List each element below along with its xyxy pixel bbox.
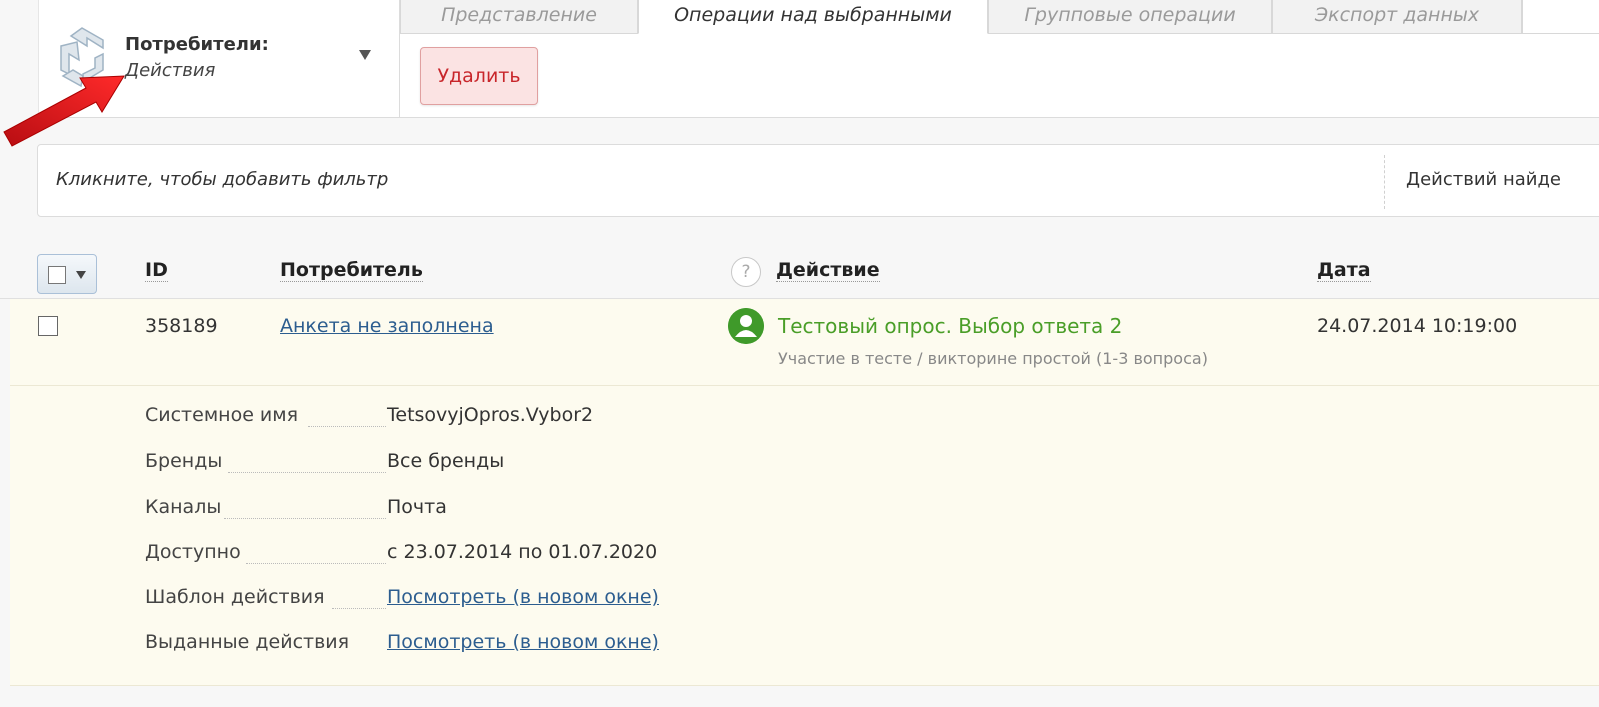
annotation-arrow-icon (3, 75, 125, 147)
detail-leader (308, 426, 386, 427)
column-header-date[interactable]: Дата (1317, 259, 1371, 282)
detail-label-available: Доступно (145, 541, 241, 563)
chevron-down-icon (76, 271, 86, 279)
filter-divider (1384, 155, 1385, 209)
row-action-name: Тестовый опрос. Выбор ответа 2 (778, 314, 1123, 338)
detail-label-channels: Каналы (145, 496, 222, 518)
column-header-id[interactable]: ID (145, 259, 168, 282)
select-all-checkbox[interactable] (48, 266, 66, 284)
row-action-type: Участие в тесте / викторине простой (1-3… (778, 349, 1208, 368)
detail-value-channels: Почта (387, 496, 447, 518)
row-details-panel: Системное имя TetsovyjOpros.Vybor2 Бренд… (10, 386, 1599, 686)
results-count: Действий найде (1406, 169, 1561, 190)
detail-value-system-name: TetsovyjOpros.Vybor2 (387, 404, 594, 426)
detail-leader (332, 608, 386, 609)
detail-label-issued-actions: Выданные действия (145, 631, 350, 653)
top-bar: Потребители: Действия Представление Опер… (0, 0, 1599, 120)
row-date: 24.07.2014 10:19:00 (1317, 315, 1518, 337)
table-row[interactable]: 358189 Анкета не заполнена Тестовый опро… (10, 299, 1599, 386)
detail-value-brands: Все бренды (387, 450, 505, 472)
tab-group-operations[interactable]: Групповые операции (988, 0, 1272, 34)
filter-input[interactable]: Кликните, чтобы добавить фильтр (56, 169, 388, 190)
select-all-dropdown[interactable] (37, 254, 97, 294)
row-id: 358189 (145, 315, 218, 337)
view-issued-actions-link[interactable]: Посмотреть (в новом окне) (387, 631, 659, 653)
user-icon (728, 308, 764, 344)
detail-label-system-name: Системное имя (145, 404, 299, 426)
detail-value-available: с 23.07.2014 по 01.07.2020 (387, 541, 658, 563)
tab-view[interactable]: Представление (400, 0, 638, 34)
tab-strip: Представление Операции над выбранными Гр… (400, 0, 1599, 34)
help-icon[interactable]: ? (731, 257, 761, 287)
filter-bar: Кликните, чтобы добавить фильтр Действий… (37, 144, 1599, 217)
row-checkbox[interactable] (38, 316, 58, 336)
section-title: Потребители: (125, 34, 269, 55)
operations-panel: Представление Операции над выбранными Гр… (400, 0, 1599, 118)
tab-data-export[interactable]: Экспорт данных (1272, 0, 1522, 34)
column-header-consumer[interactable]: Потребитель (280, 259, 423, 282)
delete-button[interactable]: Удалить (420, 47, 538, 105)
view-template-link[interactable]: Посмотреть (в новом окне) (387, 586, 659, 608)
triangle-down-icon[interactable] (359, 50, 371, 60)
section-subtitle: Действия (125, 60, 216, 81)
tab-strip-filler (1522, 0, 1599, 34)
detail-label-action-template: Шаблон действия (145, 586, 325, 608)
table-header: ID Потребитель ? Действие Дата (0, 244, 1599, 299)
detail-leader (246, 563, 386, 564)
row-consumer-link[interactable]: Анкета не заполнена (280, 315, 494, 337)
column-header-action[interactable]: Действие (776, 259, 880, 282)
detail-label-brands: Бренды (145, 450, 223, 472)
tab-selected-operations[interactable]: Операции над выбранными (638, 0, 988, 34)
detail-leader (228, 472, 386, 473)
detail-leader (224, 518, 386, 519)
